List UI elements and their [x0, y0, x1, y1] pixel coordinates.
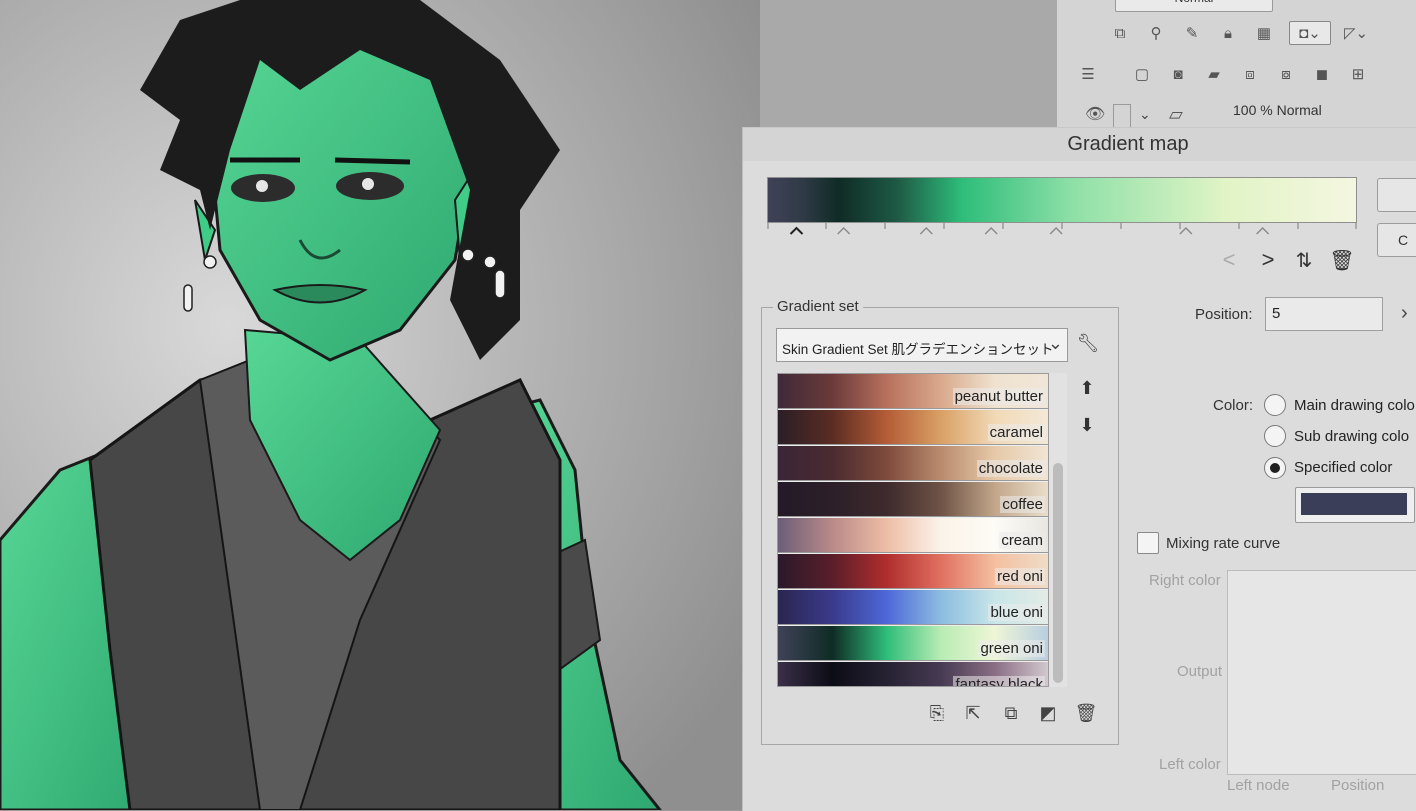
gradient-item-label: red oni	[995, 568, 1045, 585]
gradient-set-select[interactable]: Skin Gradient Set 肌グラデエンションセット ⌄	[776, 328, 1068, 362]
gradient-node-3[interactable]	[984, 227, 998, 235]
gradient-node-6[interactable]	[1256, 227, 1270, 235]
duplicate-icon[interactable]: ⧉	[999, 701, 1023, 725]
radio-sub-drawing-color[interactable]	[1264, 425, 1286, 447]
mask-enable-icon[interactable]: ◘⌄	[1289, 21, 1331, 45]
lock-alpha-icon[interactable]: ▦	[1253, 22, 1275, 44]
lock-icon[interactable]: 🔒︎	[1217, 22, 1239, 44]
gradient-list-item[interactable]: peanut butter	[778, 374, 1048, 409]
gradient-list: peanut butter caramel chocolate coffee cream…	[777, 373, 1049, 687]
gradient-map-dialog: Gradient map C < > ⇅ 🗑︎ Gradient set Ski…	[742, 127, 1416, 811]
gradient-node-markers[interactable]	[767, 223, 1357, 237]
radio-specified-color[interactable]	[1264, 457, 1286, 479]
gradient-node-4[interactable]	[1049, 227, 1063, 235]
gradient-item-label: green oni	[978, 640, 1045, 657]
gradient-item-label: peanut butter	[952, 388, 1045, 405]
layer-check-icon[interactable]	[1113, 104, 1131, 128]
visibility-eye-icon[interactable]: 👁︎	[1085, 104, 1105, 124]
gradient-set-selected: Skin Gradient Set 肌グラデエンションセット	[782, 342, 1054, 357]
flip-gradient-icon[interactable]: ⇅	[1291, 246, 1317, 274]
gradient-item-label: chocolate	[976, 460, 1045, 477]
gradient-node-0[interactable]	[789, 226, 804, 235]
gradient-list-item[interactable]: blue oni	[778, 590, 1048, 625]
delete-node-icon[interactable]: 🗑︎	[1329, 246, 1355, 274]
gradient-node-1[interactable]	[837, 227, 851, 235]
mixing-rate-curve-label: Mixing rate curve	[1166, 535, 1281, 552]
gradient-item-label: fantasy black	[953, 676, 1045, 686]
gradient-list-item[interactable]: chocolate	[778, 446, 1048, 481]
reference-icon[interactable]: ⚲	[1145, 22, 1167, 44]
gradient-item-label: caramel	[987, 424, 1045, 441]
layer-opacity-mode: 100 % Normal	[1233, 102, 1322, 118]
dialog-titlebar[interactable]: Gradient map	[743, 128, 1416, 161]
chevron-right-icon[interactable]: ›	[1401, 302, 1408, 325]
dialog-title: Gradient map	[1067, 133, 1189, 155]
gradient-item-label: blue oni	[988, 604, 1045, 621]
layer-entry[interactable]: 👁︎ ⌄ ▱ 100 % Normal	[1077, 100, 1416, 130]
position-label: Position:	[1195, 306, 1253, 323]
gradient-preview-bar[interactable]	[767, 177, 1357, 223]
position-input[interactable]: 5	[1265, 297, 1383, 331]
gradient-list-item[interactable]: red oni	[778, 554, 1048, 589]
next-node-icon[interactable]: >	[1255, 246, 1281, 274]
layer-list-icon[interactable]: ☰	[1077, 63, 1099, 85]
new-folder-icon[interactable]: ▰	[1203, 63, 1225, 85]
color-label: Color:	[1213, 397, 1254, 414]
layer-toolbar-row-1: ⧉ ⚲ ✎ 🔒︎ ▦ ◘⌄ ◸⌄	[1109, 20, 1368, 46]
add-set-icon[interactable]: ◩	[1036, 701, 1060, 725]
cancel-button[interactable]: C	[1377, 223, 1416, 257]
left-color-label: Left color	[1159, 756, 1221, 773]
gradient-set-legend: Gradient set	[773, 298, 863, 315]
move-down-icon[interactable]: ⬇	[1077, 415, 1097, 437]
add-icon[interactable]: ⊞	[1347, 63, 1369, 85]
gradient-list-item[interactable]: cream	[778, 518, 1048, 553]
radio-specified-label: Specified color	[1294, 459, 1393, 476]
gradient-list-item[interactable]: green oni	[778, 626, 1048, 661]
mask-disable-icon[interactable]: ◸⌄	[1344, 22, 1368, 44]
gradient-node-5[interactable]	[1179, 227, 1193, 235]
gradient-list-item[interactable]: caramel	[778, 410, 1048, 445]
position-axis-label: Position	[1331, 777, 1385, 794]
transfer-down-icon[interactable]: ⧈	[1239, 63, 1261, 85]
radio-main-label: Main drawing colo	[1294, 397, 1415, 414]
specified-color-swatch[interactable]	[1301, 493, 1407, 515]
right-color-label: Right color	[1149, 572, 1221, 589]
gradient-list-item[interactable]: fantasy black	[778, 662, 1048, 686]
folder-icon: ▱	[1169, 104, 1183, 124]
gradient-item-label: cream	[999, 532, 1045, 549]
scrollbar-thumb[interactable]	[1053, 463, 1063, 683]
layer-toolbar-row-2: ☰ ▢ ◙ ▰ ⧈ ⧇ ◼ ⊞	[1077, 61, 1369, 87]
ok-button[interactable]	[1377, 178, 1416, 212]
move-up-icon[interactable]: ⬆	[1077, 378, 1097, 400]
mask-icon[interactable]: ◼	[1311, 63, 1333, 85]
draft-icon[interactable]: ✎	[1181, 22, 1203, 44]
layer-panel: Normal ⧉ ⚲ ✎ 🔒︎ ▦ ◘⌄ ◸⌄ ☰ ▢ ◙ ▰ ⧈ ⧇ ◼ ⊞ …	[1056, 0, 1416, 130]
gradient-item-label: coffee	[1000, 496, 1045, 513]
previous-node-icon[interactable]: <	[1216, 246, 1242, 274]
clip-icon[interactable]: ⧉	[1109, 22, 1131, 44]
import-icon[interactable]: ⎘	[925, 701, 949, 725]
output-label: Output	[1177, 663, 1223, 680]
new-vector-layer-icon[interactable]: ◙	[1167, 63, 1189, 85]
expand-chevron-icon[interactable]: ⌄	[1139, 106, 1151, 123]
blend-mode-dropdown[interactable]: Normal	[1115, 0, 1273, 12]
radio-sub-label: Sub drawing colo	[1294, 428, 1410, 445]
chevron-down-icon: ⌄	[1047, 333, 1063, 353]
new-raster-layer-icon[interactable]: ▢	[1131, 63, 1153, 85]
export-icon[interactable]: ⇱	[961, 701, 985, 725]
radio-main-drawing-color[interactable]	[1264, 394, 1286, 416]
left-node-label: Left node	[1227, 777, 1290, 794]
mixing-rate-curve-checkbox[interactable]	[1137, 532, 1159, 554]
combine-icon[interactable]: ⧇	[1275, 63, 1297, 85]
wrench-icon[interactable]: 🔧︎	[1076, 333, 1100, 357]
gradient-node-2[interactable]	[919, 227, 933, 235]
mixing-curve-graph[interactable]	[1227, 570, 1416, 775]
trash-icon[interactable]: 🗑︎	[1074, 701, 1098, 725]
gradient-list-item[interactable]: coffee	[778, 482, 1048, 517]
